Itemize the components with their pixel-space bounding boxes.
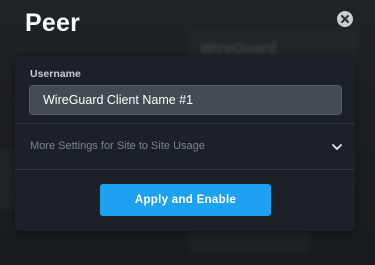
username-input[interactable]: [29, 85, 342, 115]
close-button[interactable]: [337, 11, 353, 27]
peer-settings-panel: Username More Settings for Site to Site …: [15, 56, 355, 231]
chevron-down-icon: [332, 144, 342, 150]
dialog-title: Peer: [25, 9, 81, 37]
more-settings-label: More Settings for Site to Site Usage: [30, 140, 205, 152]
more-settings-toggle[interactable]: More Settings for Site to Site Usage: [15, 124, 355, 169]
apply-and-enable-button[interactable]: Apply and Enable: [100, 184, 271, 216]
divider: [15, 169, 355, 170]
close-icon: [341, 15, 349, 23]
username-label: Username: [30, 68, 81, 80]
